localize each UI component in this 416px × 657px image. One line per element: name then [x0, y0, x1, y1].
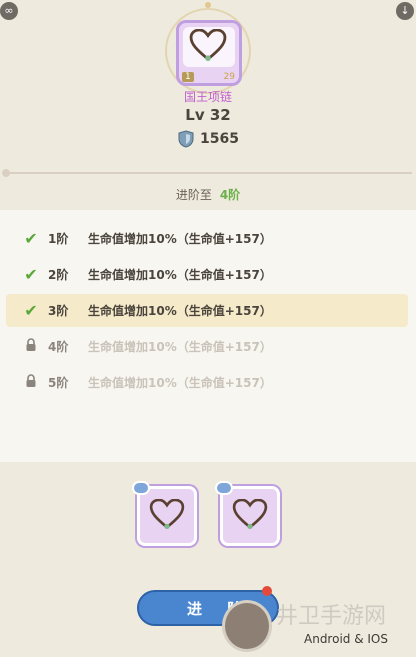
notification-dot-icon — [262, 586, 272, 596]
watermark-site: 井卫手游网 — [276, 604, 387, 629]
lock-icon — [20, 373, 42, 392]
stage-label: 4阶 — [48, 340, 69, 354]
stage-label: 1阶 — [48, 232, 69, 246]
stage-desc: 生命值增加10%（生命值+157） — [88, 268, 272, 282]
stage-label: 5阶 — [48, 376, 69, 390]
stage-row: ✔ 2阶 生命值增加10%（生命值+157） — [6, 258, 408, 291]
material-badge-icon — [215, 481, 233, 495]
stage-desc: 生命值增加10%（生命值+157） — [88, 232, 272, 246]
stage-row: 5阶 生命值增加10%（生命值+157） — [6, 366, 408, 399]
advance-target-label: 进阶至 4阶 — [0, 186, 416, 203]
item-name: 国王项链 — [183, 90, 232, 104]
necklace-icon — [232, 499, 268, 529]
info-icon[interactable]: ↓ — [396, 2, 414, 20]
necklace-icon — [149, 499, 185, 529]
divider — [2, 169, 412, 177]
watermark-logo — [222, 600, 272, 652]
item-level: Lv 32 — [185, 106, 231, 124]
advance-target: 4阶 — [219, 188, 241, 202]
shield-icon — [178, 130, 194, 148]
stage-list: ✔ 1阶 生命值增加10%（生命值+157） ✔ 2阶 生命值增加10%（生命值… — [0, 210, 416, 462]
check-icon: ✔ — [24, 301, 38, 320]
stage-desc: 生命值增加10%（生命值+157） — [88, 376, 272, 390]
material-slot-2[interactable] — [215, 481, 280, 546]
necklace-icon — [189, 29, 227, 61]
stage-desc: 生命值增加10%（生命值+157） — [88, 340, 272, 354]
power-value: 1565 — [200, 131, 239, 147]
stage-row-current: ✔ 3阶 生命值增加10%（生命值+157） — [6, 294, 408, 327]
lock-icon — [20, 337, 42, 356]
watermark-platform: Android & IOS — [304, 632, 388, 646]
power-display: 1565 — [178, 130, 239, 148]
material-badge-icon — [132, 481, 150, 495]
stage-desc: 生命值增加10%（生命值+157） — [88, 304, 272, 318]
stage-label: 3阶 — [48, 304, 69, 318]
material-slot-1[interactable] — [132, 481, 197, 546]
item-level-tag: 1 — [182, 72, 194, 82]
item-count-tag: 29 — [223, 72, 235, 82]
item-icon-card[interactable]: 1 29 — [176, 20, 242, 86]
stage-row: 4阶 生命值增加10%（生命值+157） — [6, 330, 408, 363]
share-icon[interactable]: ∞ — [0, 2, 18, 20]
advance-prefix: 进阶至 — [175, 188, 212, 202]
stage-label: 2阶 — [48, 268, 69, 282]
check-icon: ✔ — [24, 265, 38, 284]
stage-row: ✔ 1阶 生命值增加10%（生命值+157） — [6, 222, 408, 255]
check-icon: ✔ — [24, 229, 38, 248]
